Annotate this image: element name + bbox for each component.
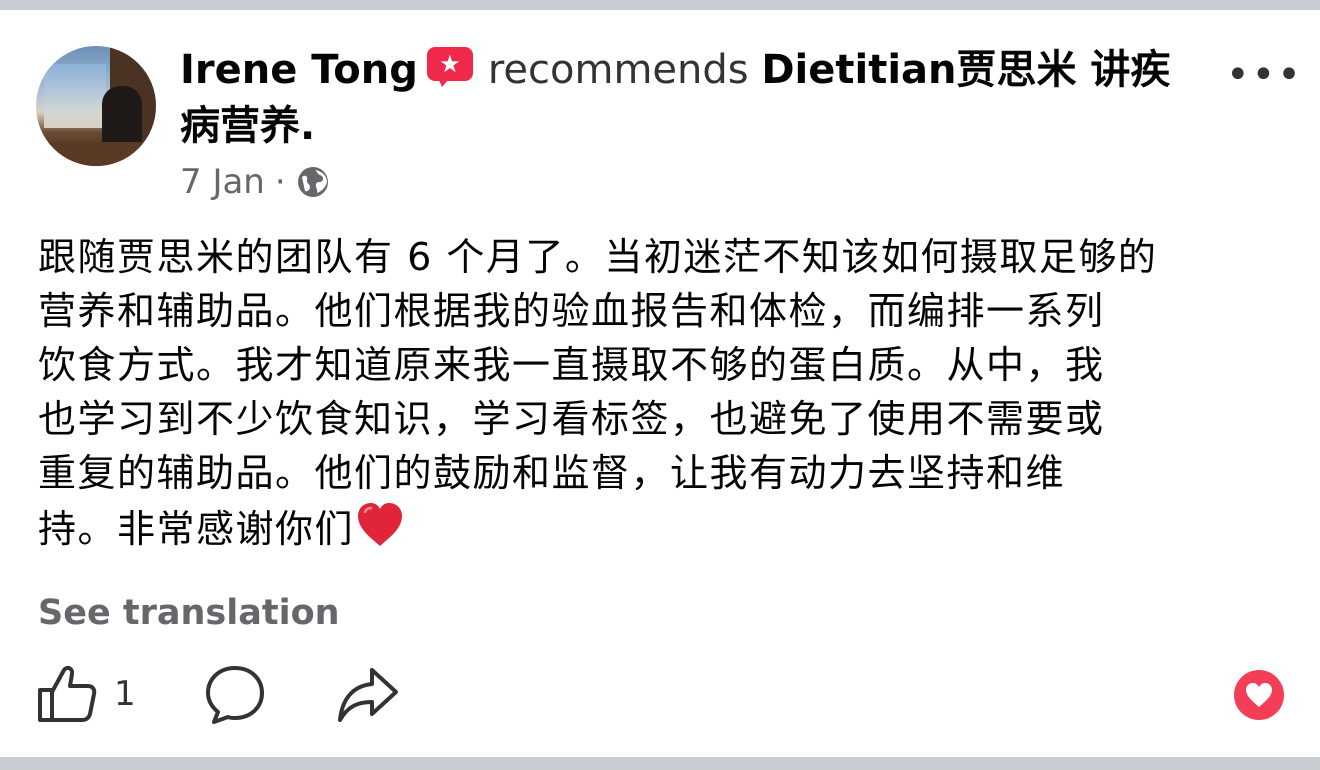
bottom-divider-band [0,757,1320,770]
globe-icon[interactable] [296,165,330,199]
share-button[interactable] [336,660,402,730]
red-heart-emoji [358,503,403,546]
recommends-text: recommends [487,47,749,93]
see-translation-link[interactable]: See translation [38,590,340,636]
avatar-window-scene [44,64,106,128]
like-button[interactable]: 1 [36,660,136,730]
avatar[interactable] [36,46,156,166]
meta-separator: · [274,162,286,202]
post-actions-bar: 1 [36,660,1286,730]
thumbs-up-icon [38,665,97,722]
author-name[interactable]: Irene Tong [180,47,418,93]
love-reaction-icon[interactable] [1234,670,1284,720]
avatar-table [36,142,156,166]
love-reaction-heart [1246,683,1272,707]
post-body-text: 跟随贾思米的团队有 6 个月了。当初迷茫不知该如何摄取足够的 营养和辅助品。他们… [38,235,1158,551]
speech-bubble-icon [206,666,264,724]
share-arrow-icon [338,668,398,722]
post-timestamp[interactable]: 7 Jan [180,162,265,202]
post-meta: 7 Jan · [180,162,330,202]
like-count: 1 [114,674,136,714]
comment-button[interactable] [204,660,270,730]
top-divider-band [0,0,1320,10]
more-options-button[interactable]: ••• [1226,55,1301,95]
post-body: 跟随贾思米的团队有 6 个月了。当初迷茫不知该如何摄取足够的 营养和辅助品。他们… [38,230,1288,556]
star-speech-bubble-icon: ★ [424,43,474,89]
post-header: Irene Tong ★ recommends Dietitian贾思米 讲疾病营养… [180,42,1200,154]
